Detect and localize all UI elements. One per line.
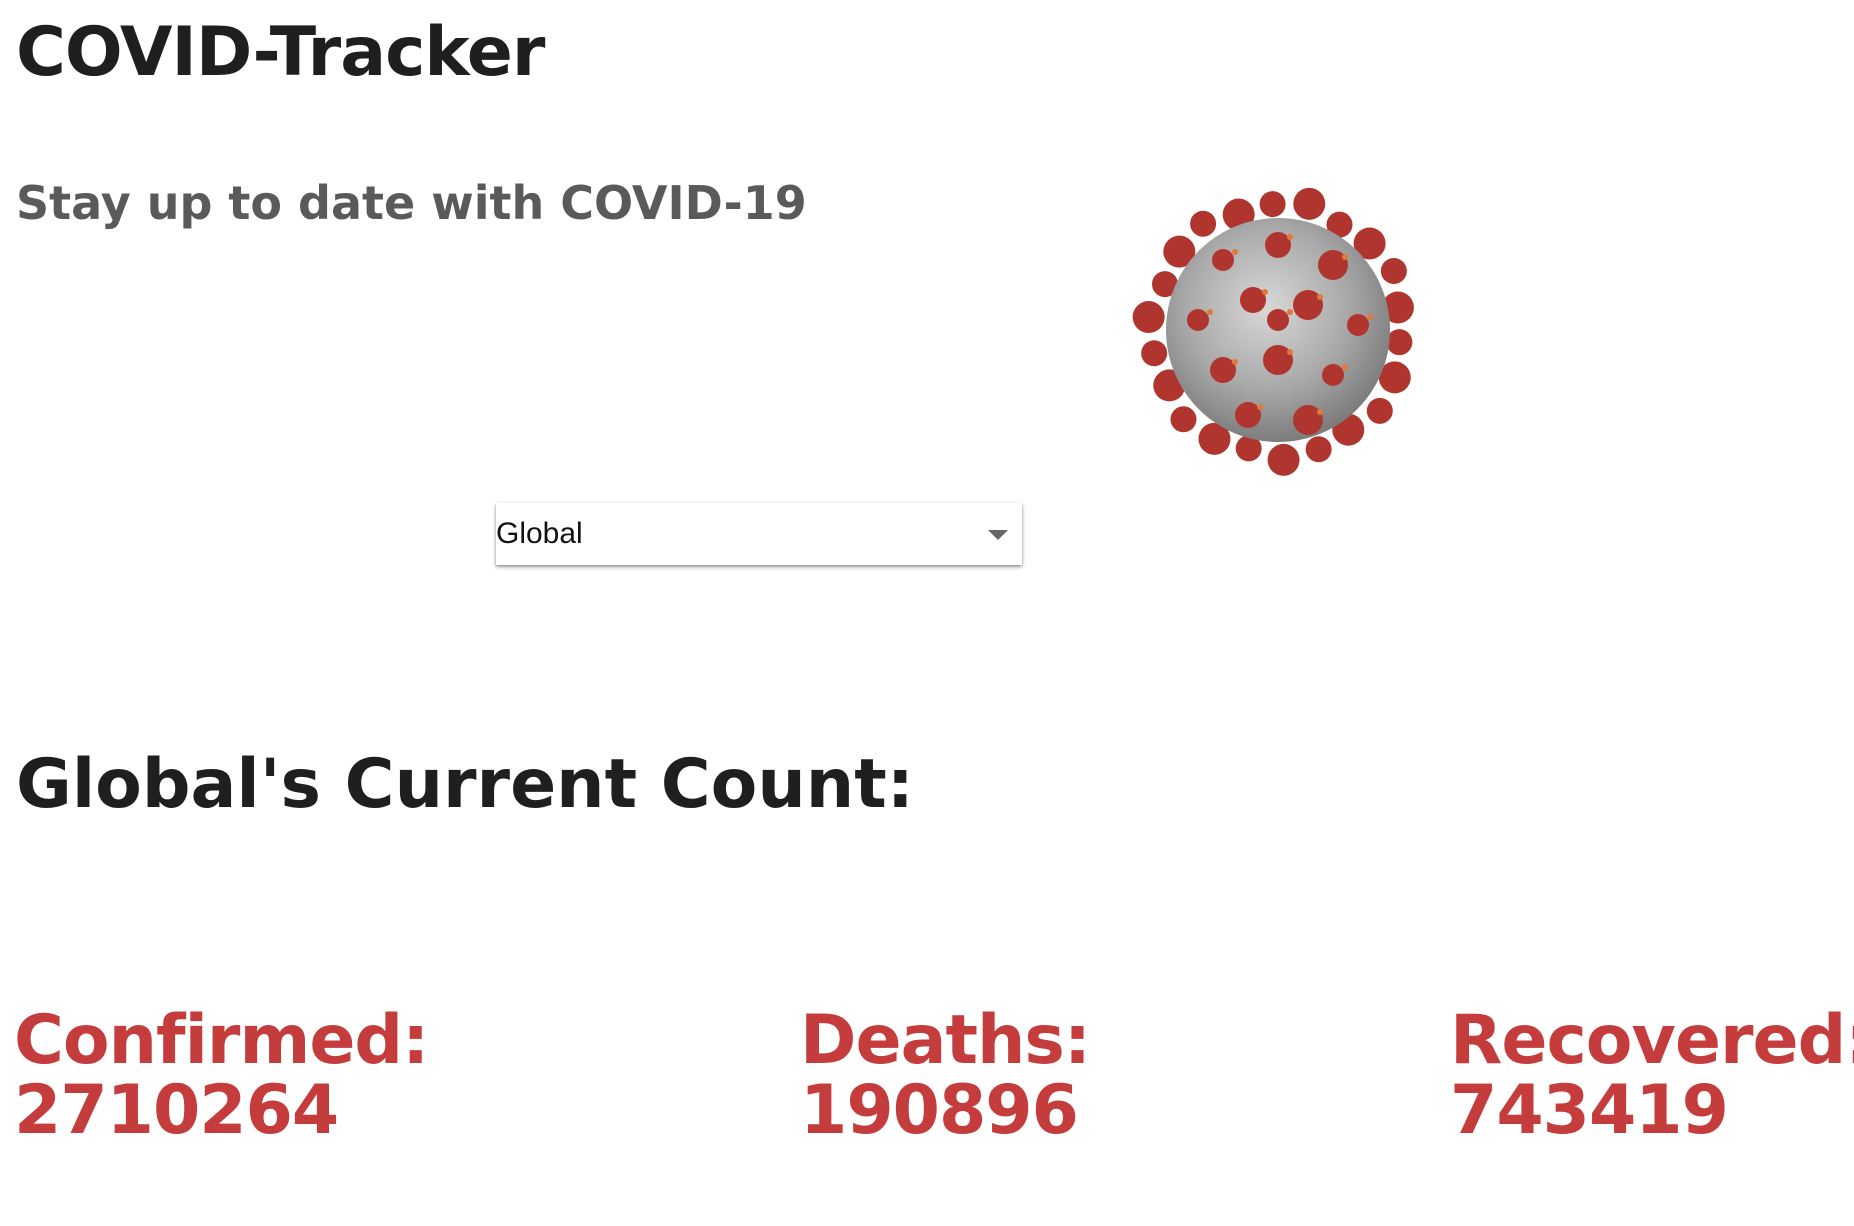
- region-select-value: Global: [496, 517, 583, 550]
- app-subtitle: Stay up to date with COVID-19: [16, 176, 807, 230]
- stat-value: 743419: [1450, 1071, 1729, 1150]
- coronavirus-icon: [1132, 187, 1414, 476]
- chevron-down-icon: [988, 530, 1008, 540]
- stat-confirmed: Confirmed: 2710264: [14, 1001, 429, 1150]
- stat-recovered: Recovered: 743419: [1450, 1006, 1854, 1146]
- app-title: COVID-Tracker: [16, 13, 545, 92]
- stat-value: 190896: [800, 1071, 1079, 1150]
- stat-label: Confirmed:: [14, 1001, 429, 1080]
- region-select[interactable]: Global: [496, 503, 1022, 565]
- stat-label: Recovered:: [1450, 1001, 1854, 1080]
- count-heading: Global's Current Count:: [16, 745, 914, 824]
- stat-label: Deaths:: [800, 1001, 1091, 1080]
- stat-deaths: Deaths: 190896: [800, 1001, 1091, 1150]
- stat-value: 2710264: [14, 1071, 339, 1150]
